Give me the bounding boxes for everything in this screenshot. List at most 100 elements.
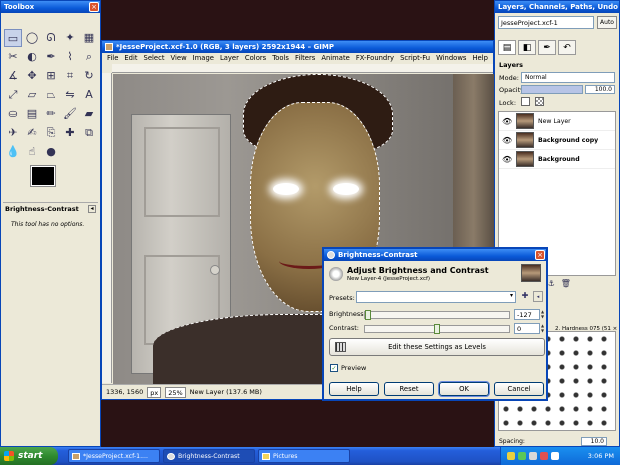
contrast-slider-handle[interactable]	[434, 324, 440, 334]
menu-view[interactable]: View	[168, 53, 190, 63]
task-brightness-contrast[interactable]: Brightness-Contrast	[163, 449, 255, 463]
tab-layers-icon[interactable]: ▤	[498, 40, 516, 55]
foreground-select-icon[interactable]: ◐	[23, 48, 41, 66]
vertical-ruler[interactable]	[102, 73, 112, 383]
spacing-value[interactable]: 10.0	[581, 437, 607, 446]
menu-windows[interactable]: Windows	[433, 53, 469, 63]
menu-script-fu[interactable]: Script-Fu	[397, 53, 433, 63]
contrast-slider[interactable]	[364, 324, 510, 334]
preview-checkbox[interactable]: ✓	[330, 364, 338, 372]
toolbox-titlebar[interactable]: Toolbox	[1, 1, 100, 13]
measure-icon[interactable]: ∡	[4, 67, 22, 85]
dodge-icon[interactable]: ●	[42, 143, 60, 161]
menu-animate[interactable]: Animate	[318, 53, 352, 63]
scissors-icon[interactable]: ✂	[4, 48, 22, 66]
menu-filters[interactable]: Filters	[292, 53, 318, 63]
task-pictures[interactable]: Pictures	[258, 449, 350, 463]
tab-channels-icon[interactable]: ◧	[518, 40, 536, 55]
preset-menu-icon[interactable]: ◂	[533, 291, 543, 302]
color-swatches[interactable]	[30, 165, 71, 198]
brightness-spin-arrows[interactable]: ▲ ▼	[541, 309, 546, 320]
smudge-icon[interactable]: ☝	[23, 143, 41, 161]
task-gimp-image[interactable]: *JesseProject.xcf-1....	[68, 449, 160, 463]
image-select[interactable]: JesseProject.xcf-1	[498, 16, 594, 29]
help-button[interactable]: Help	[329, 382, 379, 396]
opacity-value[interactable]: 100.0	[585, 85, 615, 94]
image-window-titlebar[interactable]: *JesseProject.xcf-1.0 (RGB, 3 layers) 25…	[102, 41, 493, 53]
visibility-eye-icon[interactable]: 👁	[502, 117, 512, 126]
menu-help[interactable]: Help	[469, 53, 491, 63]
zoom-icon[interactable]: ⌕	[80, 48, 98, 66]
tray-icon[interactable]	[518, 452, 526, 460]
perspective-clone-icon[interactable]: ⧉	[80, 124, 98, 142]
paths-icon[interactable]: ✒	[42, 48, 60, 66]
layer-row[interactable]: 👁 New Layer	[499, 112, 615, 131]
menu-image[interactable]: Image	[190, 53, 217, 63]
reset-button[interactable]: Reset	[384, 382, 434, 396]
rect-select-icon[interactable]: ▭	[4, 29, 22, 47]
clone-icon[interactable]: ⎘	[42, 124, 60, 142]
airbrush-icon[interactable]: ✈	[4, 124, 22, 142]
menu-select[interactable]: Select	[141, 53, 168, 63]
fuzzy-select-icon[interactable]: ✦	[61, 29, 79, 47]
eraser-icon[interactable]: ▰	[80, 105, 98, 123]
unit-select[interactable]: px	[147, 386, 162, 398]
horizontal-ruler[interactable]	[112, 64, 493, 73]
blur-icon[interactable]: 💧	[4, 143, 22, 161]
delete-layer-icon[interactable]: 🗑	[561, 279, 571, 289]
text-icon[interactable]: A	[80, 86, 98, 104]
menu-tools[interactable]: Tools	[269, 53, 292, 63]
paintbrush-icon[interactable]: 🖌	[61, 105, 79, 123]
align-icon[interactable]: ⊞	[42, 67, 60, 85]
ok-button[interactable]: OK	[438, 381, 490, 397]
perspective-icon[interactable]: ⏢	[42, 86, 60, 104]
anchor-layer-icon[interactable]: ⚓	[548, 279, 555, 289]
toolbox-close-button[interactable]: ×	[89, 2, 99, 12]
heal-icon[interactable]: ✚	[61, 124, 79, 142]
add-preset-icon[interactable]: ✚	[520, 291, 530, 302]
shear-icon[interactable]: ▱	[23, 86, 41, 104]
opacity-slider[interactable]	[521, 85, 583, 94]
menu-fx-foundry[interactable]: FX-Foundry	[353, 53, 397, 63]
flip-icon[interactable]: ⇋	[61, 86, 79, 104]
tab-paths-icon[interactable]: ✒	[538, 40, 556, 55]
foreground-color[interactable]	[30, 165, 56, 187]
scale-icon[interactable]: ⤢	[4, 86, 22, 104]
visibility-eye-icon[interactable]: 👁	[502, 155, 512, 164]
color-picker-icon[interactable]: ⌇	[61, 48, 79, 66]
brightness-slider[interactable]	[364, 310, 510, 320]
contrast-value[interactable]: 0	[514, 323, 540, 334]
zoom-select[interactable]: 25%	[165, 386, 186, 398]
brightness-value[interactable]: -127	[514, 309, 540, 320]
layer-row[interactable]: 👁 Background	[499, 150, 615, 169]
lock-alpha-icon[interactable]	[535, 97, 544, 106]
mode-select[interactable]: Normal	[521, 72, 615, 83]
auto-button[interactable]: Auto	[597, 16, 617, 29]
menu-file[interactable]: File	[104, 53, 121, 63]
brightness-slider-handle[interactable]	[365, 310, 371, 320]
ellipse-select-icon[interactable]: ◯	[23, 29, 41, 47]
tab-undo-icon[interactable]: ↶	[558, 40, 576, 55]
presets-select[interactable]: ▾	[356, 291, 516, 303]
move-icon[interactable]: ✥	[23, 67, 41, 85]
menu-colors[interactable]: Colors	[242, 53, 269, 63]
tray-icon[interactable]	[540, 452, 548, 460]
visibility-eye-icon[interactable]: 👁	[502, 136, 512, 145]
bucket-fill-icon[interactable]: ⛀	[4, 105, 22, 123]
ink-icon[interactable]: ✍	[23, 124, 41, 142]
blend-icon[interactable]: ▤	[23, 105, 41, 123]
tray-icon[interactable]	[529, 452, 537, 460]
menu-layer[interactable]: Layer	[217, 53, 242, 63]
tool-options-menu-icon[interactable]: ◂	[88, 205, 96, 213]
menu-edit[interactable]: Edit	[121, 53, 140, 63]
dialog-titlebar[interactable]: Brightness-Contrast	[324, 249, 546, 261]
lock-pixels-checkbox[interactable]	[521, 97, 530, 106]
volume-icon[interactable]	[551, 452, 559, 460]
color-select-icon[interactable]: ▦	[80, 29, 98, 47]
cancel-button[interactable]: Cancel	[494, 382, 544, 396]
layer-row[interactable]: 👁 Background copy	[499, 131, 615, 150]
rotate-icon[interactable]: ↻	[80, 67, 98, 85]
pencil-icon[interactable]: ✏	[42, 105, 60, 123]
contrast-spin-arrows[interactable]: ▲ ▼	[541, 323, 546, 334]
tray-icon[interactable]	[507, 452, 515, 460]
